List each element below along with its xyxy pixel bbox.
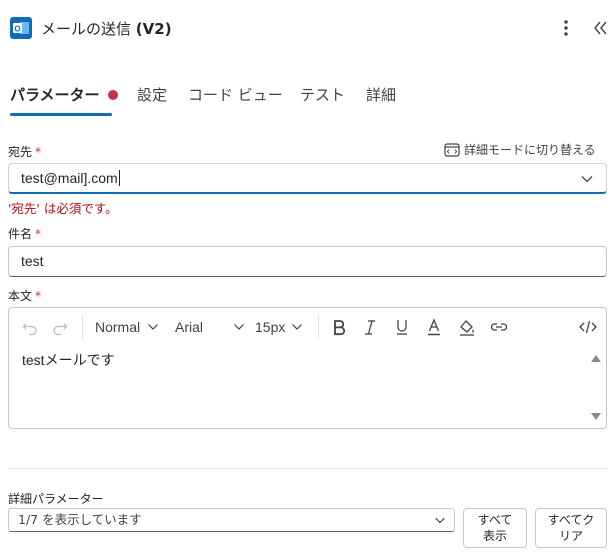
bold-icon[interactable] (330, 316, 348, 338)
subject-field-value: test (21, 253, 44, 269)
chevron-down-icon (148, 324, 158, 330)
font-dropdown[interactable]: Arial (175, 316, 245, 338)
double-chevron-left-icon[interactable] (592, 18, 608, 38)
to-error-message: '宛先' は必須です。 (8, 201, 118, 216)
to-field[interactable]: test@mail].com (8, 163, 607, 194)
tab-parameters-label: パラメーター (10, 86, 100, 104)
chevron-down-icon (233, 324, 244, 330)
body-text[interactable]: testメールです (22, 350, 115, 370)
scroll-up-arrow[interactable] (591, 355, 601, 362)
outlook-icon: O (10, 17, 32, 39)
toolbar-divider (82, 315, 83, 339)
underline-icon[interactable] (393, 316, 411, 338)
advanced-parameters-label: 詳細パラメーター (8, 492, 104, 506)
section-divider (8, 468, 607, 469)
format-dropdown[interactable]: Normal (95, 316, 159, 338)
advanced-mode-icon (444, 143, 460, 157)
code-view-icon[interactable] (578, 316, 598, 338)
advanced-parameters-value: 1/7 を表示しています (18, 512, 142, 527)
font-value: Arial (175, 319, 204, 335)
editor-toolbar: Normal Arial 15px (9, 308, 606, 346)
tab-test[interactable]: テスト (300, 84, 345, 112)
chevron-down-icon (435, 517, 445, 524)
chevron-down-icon[interactable] (580, 172, 594, 186)
to-label: 宛先 * (8, 143, 41, 160)
tab-bar: パラメーター 設定 コード ビュー テスト 詳細 (10, 84, 610, 118)
required-mark: * (35, 227, 42, 241)
tab-settings[interactable]: 設定 (137, 84, 167, 112)
to-field-value: test@mail].com (21, 170, 118, 186)
subject-label: 件名 * (8, 225, 41, 242)
toolbar-divider (318, 315, 319, 339)
outlook-icon-letter: O (14, 24, 20, 33)
link-icon[interactable] (489, 316, 509, 338)
title-version: (V2) (135, 20, 172, 38)
required-mark: * (35, 145, 42, 159)
switch-advanced-mode-button[interactable]: 詳細モードに切り替える (444, 141, 596, 159)
highlight-color-icon[interactable] (457, 316, 477, 338)
tab-details[interactable]: 詳細 (366, 84, 396, 112)
show-all-label-line1: すべて (477, 513, 513, 527)
page-title: メールの送信 (V2) (41, 18, 172, 39)
to-label-text: 宛先 (8, 145, 33, 159)
format-value: Normal (95, 319, 141, 335)
active-tab-indicator (10, 113, 112, 116)
show-all-button[interactable]: すべて 表示 (463, 508, 527, 548)
undo-icon[interactable] (21, 316, 39, 338)
font-size-dropdown[interactable]: 15px (255, 316, 303, 338)
tab-code-view[interactable]: コード ビュー (188, 84, 283, 112)
chevron-down-icon (292, 324, 303, 330)
body-editor[interactable]: Normal Arial 15px testメールです (8, 307, 607, 429)
clear-all-button[interactable]: すべてク リア (535, 508, 607, 548)
italic-icon[interactable] (361, 316, 379, 338)
text-caret (118, 170, 120, 186)
clear-all-label-line1: すべてク (547, 513, 595, 527)
error-dot (107, 90, 118, 100)
redo-icon[interactable] (51, 316, 69, 338)
font-color-icon[interactable] (425, 316, 443, 338)
required-mark: * (35, 289, 42, 303)
body-label: 本文 * (8, 287, 41, 304)
show-all-label-line2: 表示 (482, 529, 507, 543)
subject-field[interactable]: test (8, 246, 607, 277)
body-label-text: 本文 (8, 289, 33, 303)
tab-parameters[interactable]: パラメーター (10, 84, 118, 112)
font-size-value: 15px (255, 319, 286, 335)
more-vertical-icon[interactable] (556, 17, 576, 39)
clear-all-label-line2: リア (558, 529, 583, 543)
title-text: メールの送信 (41, 20, 132, 38)
subject-label-text: 件名 (8, 227, 33, 241)
switch-advanced-mode-label: 詳細モードに切り替える (464, 143, 596, 157)
panel-header: O メールの送信 (V2) (0, 0, 610, 58)
scroll-down-arrow[interactable] (591, 413, 601, 420)
advanced-parameters-dropdown[interactable]: 1/7 を表示しています (8, 508, 455, 532)
